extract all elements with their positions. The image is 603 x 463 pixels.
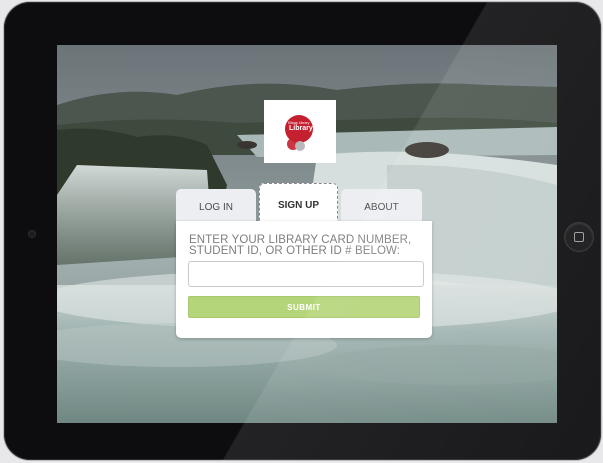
library-logo: Kitsap Library Library [264, 100, 336, 163]
id-prompt: ENTER YOUR LIBRARY CARD NUMBER, STUDENT … [189, 234, 425, 257]
tab-about-label: ABOUT [364, 202, 399, 213]
camera-icon [28, 230, 36, 238]
app-screen: Kitsap Library Library LOG IN ABOUT SIGN… [57, 45, 557, 423]
home-button[interactable] [565, 223, 593, 251]
id-prompt-line-2: STUDENT ID, OR OTHER ID # BELOW: [189, 245, 401, 257]
tab-sign-up-label: SIGN UP [277, 199, 320, 211]
home-square-icon [574, 232, 584, 242]
submit-button-label: SUBMIT [287, 302, 321, 312]
library-id-input[interactable] [188, 261, 424, 287]
tab-log-in-label: LOG IN [199, 202, 233, 213]
submit-button[interactable]: SUBMIT [188, 296, 420, 318]
tab-sign-up[interactable]: SIGN UP [259, 183, 338, 226]
tablet-device: Kitsap Library Library LOG IN ABOUT SIGN… [4, 2, 601, 460]
logo-text: Library [289, 125, 313, 132]
signup-panel: ENTER YOUR LIBRARY CARD NUMBER, STUDENT … [176, 221, 432, 338]
